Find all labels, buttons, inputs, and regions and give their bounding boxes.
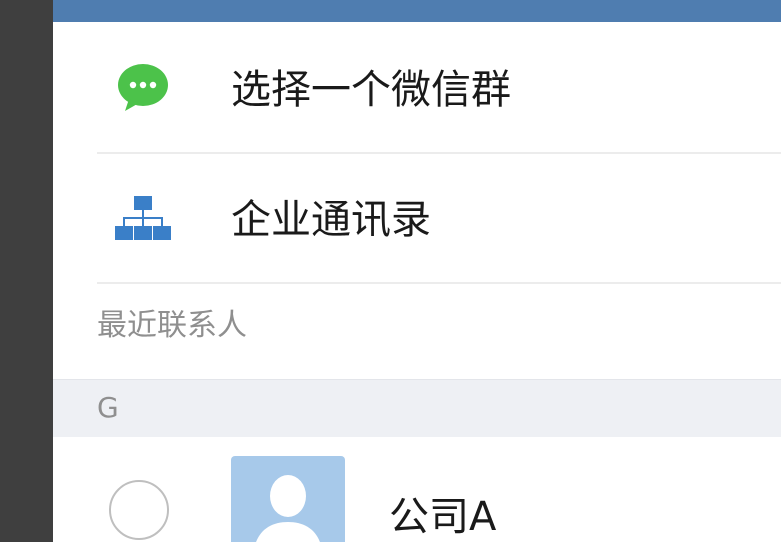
- section-letter: G: [97, 391, 119, 424]
- contact-row[interactable]: 公司A: [53, 437, 781, 542]
- top-bar: [53, 0, 781, 22]
- select-wechat-group-label: 选择一个微信群: [231, 67, 511, 113]
- org-chart-icon: [113, 190, 173, 250]
- section-header-g: G: [53, 379, 781, 437]
- wechat-chat-icon: [113, 57, 173, 117]
- left-dark-strip: [0, 0, 53, 542]
- select-wechat-group-row[interactable]: 选择一个微信群: [53, 23, 781, 152]
- enterprise-directory-label: 企业通讯录: [231, 197, 431, 243]
- default-person-avatar-icon: [231, 456, 345, 542]
- recent-contacts-heading: 最近联系人: [97, 308, 247, 343]
- select-radio-button[interactable]: [109, 480, 169, 540]
- enterprise-directory-row[interactable]: 企业通讯录: [53, 154, 781, 283]
- contact-name: 公司A: [389, 494, 497, 540]
- divider: [97, 282, 781, 284]
- contact-picker-panel: 选择一个微信群 企业通讯录 最近联系人 G 公司A: [53, 0, 781, 542]
